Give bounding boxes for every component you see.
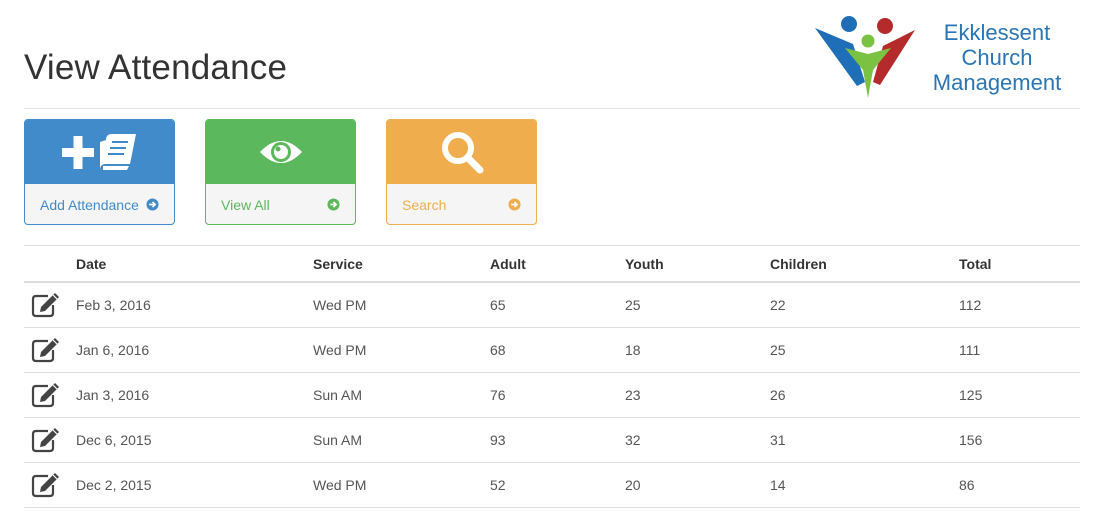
attendance-table-head: Date Service Adult Youth Children Total — [24, 246, 1080, 283]
cell-children: 22 — [770, 282, 959, 328]
header-service: Service — [313, 246, 490, 283]
cell-youth: 32 — [625, 417, 770, 463]
cell-adult: 52 — [490, 462, 625, 508]
search-tile-header — [387, 120, 536, 183]
magnifier-icon — [441, 131, 483, 173]
logo: Ekklessent Church Management — [813, 14, 1075, 102]
logo-line-3: Management — [932, 70, 1062, 95]
circle-arrow-right-icon — [146, 198, 159, 211]
header-adult: Adult — [490, 246, 625, 283]
attendance-table-body: Feb 3, 2016 Wed PM 65 25 22 112 Jan 6, 2… — [24, 282, 1080, 508]
church-people-logo-icon — [815, 16, 915, 98]
view-all-tile-footer: View All — [206, 183, 355, 224]
table-row: Jan 3, 2016 Sun AM 76 23 26 125 — [24, 372, 1080, 418]
cell-children: 14 — [770, 462, 959, 508]
cell-total: 125 — [959, 372, 1080, 418]
add-attendance-button[interactable]: Add Attendance — [24, 119, 175, 225]
header-total: Total — [959, 246, 1080, 283]
cell-date: Jan 6, 2016 — [76, 327, 313, 373]
header-row: Date Service Adult Youth Children Total — [24, 246, 1080, 283]
cell-youth: 25 — [625, 282, 770, 328]
header-children: Children — [770, 246, 959, 283]
table-row: Feb 3, 2016 Wed PM 65 25 22 112 — [24, 282, 1080, 328]
circle-arrow-right-icon — [327, 198, 340, 211]
eye-icon — [259, 140, 302, 163]
page-title: View Attendance — [24, 48, 288, 87]
attendance-table: Date Service Adult Youth Children Total … — [24, 246, 1080, 508]
cell-youth: 18 — [625, 327, 770, 373]
cell-service: Sun AM — [313, 417, 490, 463]
cell-service: Wed PM — [313, 462, 490, 508]
view-all-button[interactable]: View All — [205, 119, 356, 225]
table-row: Jan 6, 2016 Wed PM 68 18 25 111 — [24, 327, 1080, 373]
table-row: Dec 2, 2015 Wed PM 52 20 14 86 — [24, 462, 1080, 508]
cell-service: Wed PM — [313, 282, 490, 328]
logo-wordmark: Ekklessent Church Management — [917, 20, 1077, 95]
cell-date: Dec 2, 2015 — [76, 462, 313, 508]
table-row: Dec 6, 2015 Sun AM 93 32 31 156 — [24, 417, 1080, 463]
edit-icon[interactable] — [31, 382, 61, 408]
cell-total: 86 — [959, 462, 1080, 508]
logo-line-1: Ekklessent — [943, 20, 1051, 45]
cell-total: 111 — [959, 327, 1080, 373]
edit-cell — [24, 462, 76, 508]
cell-children: 25 — [770, 327, 959, 373]
edit-icon[interactable] — [31, 472, 61, 498]
cell-adult: 68 — [490, 327, 625, 373]
cell-youth: 20 — [625, 462, 770, 508]
view-all-label: View All — [221, 196, 270, 213]
header-date: Date — [76, 246, 313, 283]
add-attendance-tile-header — [25, 120, 174, 183]
search-label: Search — [402, 196, 447, 213]
cell-youth: 23 — [625, 372, 770, 418]
plus-book-icon — [61, 133, 136, 170]
cell-service: Sun AM — [313, 372, 490, 418]
search-button[interactable]: Search — [386, 119, 537, 225]
cell-adult: 76 — [490, 372, 625, 418]
cell-service: Wed PM — [313, 327, 490, 373]
logo-line-2: Church — [961, 45, 1033, 70]
edit-icon[interactable] — [31, 427, 61, 453]
edit-cell — [24, 372, 76, 418]
header-divider — [24, 108, 1080, 109]
cell-date: Dec 6, 2015 — [76, 417, 313, 463]
cell-children: 31 — [770, 417, 959, 463]
edit-icon[interactable] — [31, 292, 61, 318]
cell-total: 112 — [959, 282, 1080, 328]
cell-date: Jan 3, 2016 — [76, 372, 313, 418]
search-tile-footer: Search — [387, 183, 536, 224]
edit-cell — [24, 282, 76, 328]
edit-cell — [24, 327, 76, 373]
cell-adult: 93 — [490, 417, 625, 463]
add-attendance-tile-footer: Add Attendance — [25, 183, 174, 224]
add-attendance-label: Add Attendance — [40, 196, 139, 213]
cell-date: Feb 3, 2016 — [76, 282, 313, 328]
cell-children: 26 — [770, 372, 959, 418]
header-edit — [24, 246, 76, 283]
edit-icon[interactable] — [31, 337, 61, 363]
edit-cell — [24, 417, 76, 463]
cell-adult: 65 — [490, 282, 625, 328]
view-all-tile-header — [206, 120, 355, 183]
header-youth: Youth — [625, 246, 770, 283]
circle-arrow-right-icon — [508, 198, 521, 211]
page: View Attendance Ekklessent Church Manage… — [0, 0, 1099, 511]
cell-total: 156 — [959, 417, 1080, 463]
